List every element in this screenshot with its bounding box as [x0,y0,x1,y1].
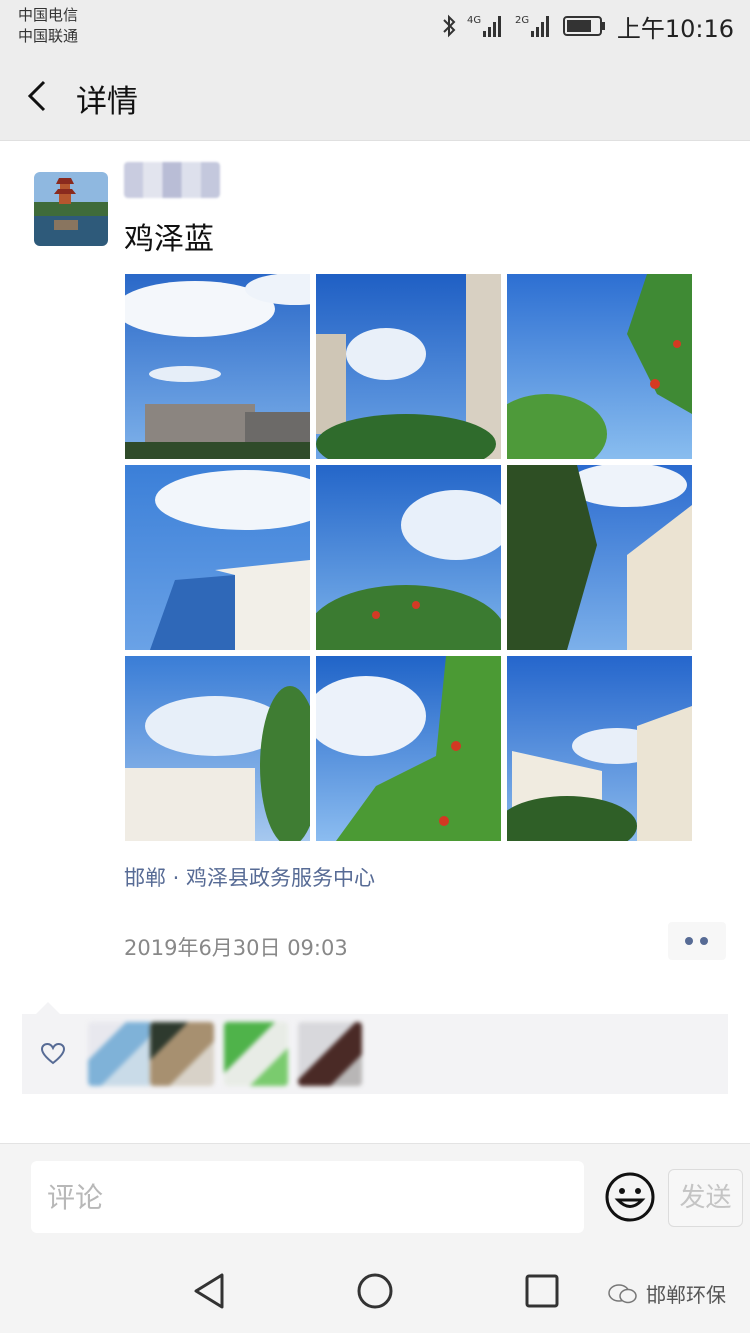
post-location[interactable]: 邯郸 · 鸡泽县政务服务中心 [124,862,375,892]
photo-4[interactable] [125,465,310,650]
photo-9[interactable] [507,656,692,841]
signal-4g-icon: 4G [467,15,501,37]
heart-icon [40,1042,66,1065]
photo-grid [125,274,692,841]
photo-6[interactable] [507,465,692,650]
post-text: 鸡泽蓝 [124,222,214,257]
more-options-button[interactable] [668,922,726,960]
photo-3[interactable] [507,274,692,459]
signal-4g-label: 4G [467,15,481,26]
circle-home-icon[interactable] [353,1269,397,1313]
carrier-labels: 中国电信 中国联通 [18,5,78,47]
avatar[interactable] [34,172,108,246]
bluetooth-icon [443,14,456,38]
more-dot-icon [700,937,708,945]
carrier-1: 中国电信 [18,6,79,24]
carrier-2: 中国联通 [18,27,79,45]
photo-2[interactable] [316,274,501,459]
comment-input[interactable] [31,1161,567,1233]
triangle-back-icon[interactable] [188,1269,232,1313]
post-timestamp: 2019年6月30日 09:03 [124,936,348,960]
square-recents-icon[interactable] [520,1269,564,1313]
status-bar: 中国电信 中国联通 4G 2G 上午10:16 [0,0,750,52]
likes-panel [22,1014,728,1094]
comment-box [31,1161,584,1233]
watermark-text: 邯郸环保 [646,1283,726,1307]
status-indicators: 4G 2G 上午10:16 [441,8,734,44]
username-blurred[interactable] [124,162,220,198]
more-dot-icon [685,937,693,945]
liker-avatar[interactable] [150,1022,214,1086]
photo-8[interactable] [316,656,501,841]
send-button[interactable]: 发送 [668,1169,743,1227]
photo-1[interactable] [125,274,310,459]
likes-pointer [36,1002,60,1014]
liker-avatar[interactable] [224,1022,288,1086]
photo-5[interactable] [316,465,501,650]
comment-bar: 发送 [0,1143,750,1250]
page-title: 详情 [76,84,138,120]
title-bar: 详情 [0,52,750,141]
watermark: 邯郸环保 [608,1279,726,1308]
system-nav-bar: 邯郸环保 [0,1249,750,1333]
signal-2g-label: 2G [515,15,529,26]
liker-avatar[interactable] [298,1022,362,1086]
signal-2g-icon: 2G [515,15,549,37]
smiley-icon[interactable] [604,1171,656,1223]
back-chevron-icon[interactable] [20,76,60,116]
wechat-logo-icon [608,1283,637,1303]
battery-icon [562,16,605,36]
photo-7[interactable] [125,656,310,841]
status-time: 上午10:16 [616,14,734,43]
avatar-pagoda-image [34,172,108,246]
liker-avatar[interactable] [88,1022,152,1086]
